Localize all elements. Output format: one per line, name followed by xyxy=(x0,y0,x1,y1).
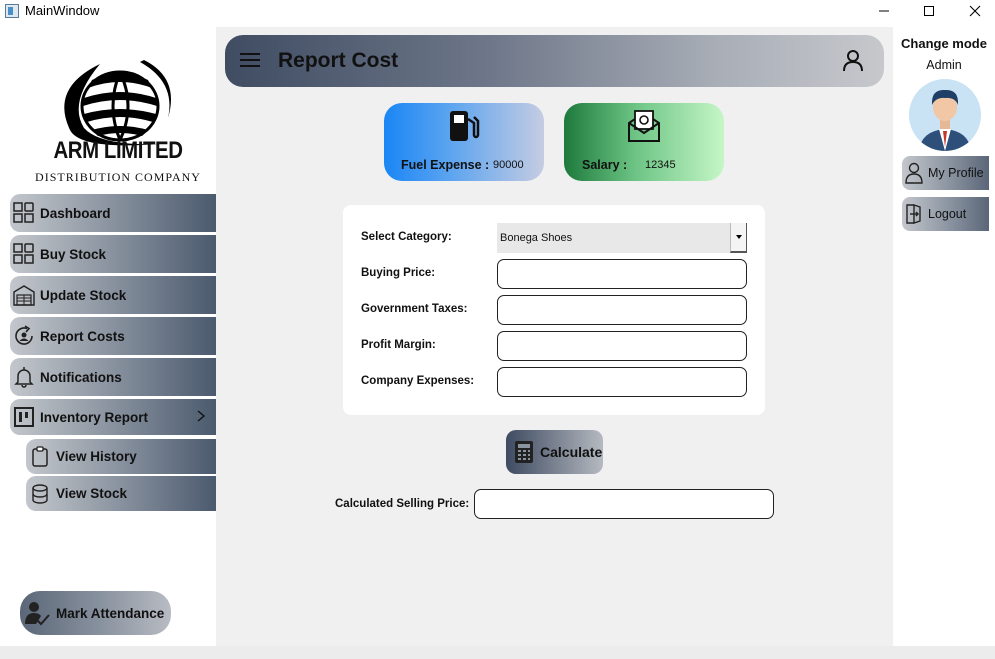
category-label: Select Category: xyxy=(361,231,452,243)
window-title: MainWindow xyxy=(25,3,100,18)
logout-button[interactable]: Logout xyxy=(902,197,989,231)
category-value: Bonega Shoes xyxy=(500,232,573,244)
company-expenses-label: Company Expenses: xyxy=(361,375,475,387)
sidebar-item-buy-stock[interactable]: Buy Stock xyxy=(10,235,216,273)
calculate-label: Calculate xyxy=(540,444,603,460)
sidebar-item-label: Update Stock xyxy=(40,287,127,303)
sidebar-item-label: Report Costs xyxy=(40,328,125,344)
logo-subtitle: DISTRIBUTION COMPANY xyxy=(35,170,201,184)
sidebar-item-view-stock[interactable]: View Stock xyxy=(26,476,216,511)
main-window: MainWindow ARM LIMITED DISTRIBUTION COMP… xyxy=(0,0,995,659)
sidebar-item-label: Notifications xyxy=(40,369,122,385)
logout-icon xyxy=(906,204,921,224)
close-icon xyxy=(969,5,981,17)
sidebar-item-label: View Stock xyxy=(56,486,128,501)
category-select[interactable]: Bonega Shoes xyxy=(497,223,747,253)
fuel-expense-label: Fuel Expense : xyxy=(401,158,490,172)
sidebar-item-notifications[interactable]: Notifications xyxy=(10,358,216,396)
sidebar-item-update-stock[interactable]: Update Stock xyxy=(10,276,216,314)
government-taxes-input[interactable] xyxy=(497,295,747,325)
buying-price-input[interactable] xyxy=(497,259,747,289)
user-panel: Change mode Admin My Profile Logout xyxy=(893,27,995,240)
user-check-icon xyxy=(25,602,50,626)
fuel-pump-icon xyxy=(450,111,480,141)
hamburger-menu-icon[interactable] xyxy=(239,51,261,69)
dropdown-arrow-icon[interactable] xyxy=(730,223,747,253)
selling-price-label: Calculated Selling Price: xyxy=(335,498,470,510)
database-icon xyxy=(28,482,52,506)
fuel-expense-card: Fuel Expense : 90000 xyxy=(384,103,544,181)
salary-card: Salary : 12345 xyxy=(564,103,724,181)
mark-attendance-label: Mark Attendance xyxy=(56,605,165,621)
selling-price-output[interactable] xyxy=(474,489,774,519)
sidebar-item-label: View History xyxy=(56,449,137,464)
calculate-button[interactable]: Calculate xyxy=(506,430,603,474)
government-taxes-label: Government Taxes: xyxy=(361,303,468,315)
logout-label: Logout xyxy=(928,207,967,221)
minimize-icon xyxy=(879,10,889,12)
businessman-avatar-icon xyxy=(919,89,971,151)
refresh-user-icon xyxy=(12,324,36,348)
sidebar: ARM LIMITED DISTRIBUTION COMPANY Dashboa… xyxy=(0,24,216,646)
user-role: Admin xyxy=(926,58,962,72)
my-profile-label: My Profile xyxy=(928,166,984,180)
chevron-right-icon xyxy=(197,410,206,422)
sidebar-item-label: Buy Stock xyxy=(40,246,107,262)
buying-price-label: Buying Price: xyxy=(361,267,436,279)
title-bar: MainWindow xyxy=(0,0,995,24)
logo-title: ARM LIMITED xyxy=(53,137,183,164)
change-mode-link[interactable]: Change mode xyxy=(893,36,995,51)
user-icon[interactable] xyxy=(842,49,864,73)
profit-margin-input[interactable] xyxy=(497,331,747,361)
sidebar-item-label: Dashboard xyxy=(40,205,111,221)
cost-form: Select Category: Bonega Shoes Buying Pri… xyxy=(343,205,765,415)
grid-icon xyxy=(12,201,36,225)
minimize-button[interactable] xyxy=(861,0,907,22)
calculator-icon xyxy=(515,441,533,463)
app-icon xyxy=(5,4,19,18)
sidebar-item-inventory-report[interactable]: Inventory Report xyxy=(10,399,216,435)
company-logo-icon xyxy=(64,60,171,146)
grid-icon xyxy=(12,242,36,266)
page-header: Report Cost xyxy=(225,35,884,87)
warehouse-icon xyxy=(12,283,36,307)
salary-label: Salary : xyxy=(582,158,628,172)
close-button[interactable] xyxy=(952,0,995,22)
sidebar-item-report-costs[interactable]: Report Costs xyxy=(10,317,216,355)
sidebar-item-label: Inventory Report xyxy=(40,409,149,425)
salary-value: 12345 xyxy=(645,159,676,171)
sidebar-item-view-history[interactable]: View History xyxy=(26,439,216,474)
fuel-expense-value: 90000 xyxy=(493,159,524,171)
page-title: Report Cost xyxy=(278,49,399,72)
kanban-icon xyxy=(12,405,36,429)
maximize-icon xyxy=(924,6,934,16)
money-envelope-icon xyxy=(628,110,660,142)
company-expenses-input[interactable] xyxy=(497,367,747,397)
sidebar-item-dashboard[interactable]: Dashboard xyxy=(10,194,216,232)
profit-margin-label: Profit Margin: xyxy=(361,339,436,351)
mark-attendance-button[interactable]: Mark Attendance xyxy=(20,591,171,635)
main-content: Report Cost Fuel Expense : 90000 Salary … xyxy=(216,27,893,646)
bell-icon xyxy=(12,365,36,389)
clipboard-icon xyxy=(28,445,52,469)
status-bar xyxy=(0,646,995,659)
avatar xyxy=(909,79,981,151)
user-icon xyxy=(905,162,923,184)
my-profile-button[interactable]: My Profile xyxy=(902,156,989,190)
maximize-button[interactable] xyxy=(906,0,952,22)
